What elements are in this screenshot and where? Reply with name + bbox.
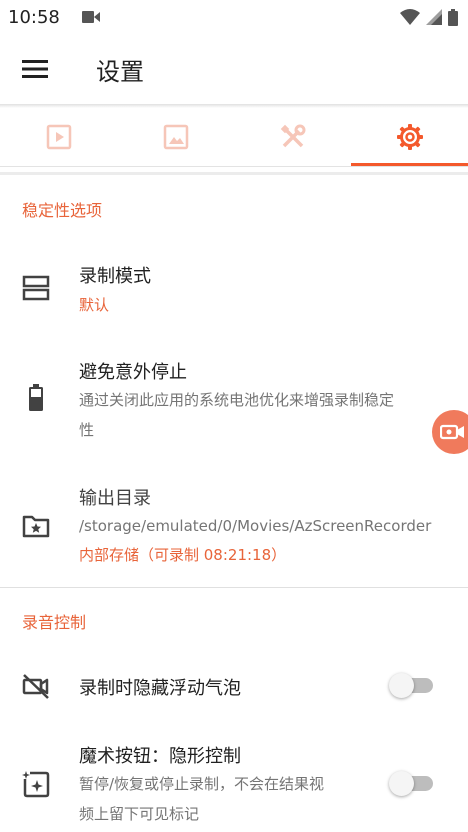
battery-icon <box>448 8 458 26</box>
gear-icon <box>396 124 423 150</box>
hide-bubble-title: 录制时隐藏浮动气泡 <box>79 678 241 699</box>
tab-images[interactable] <box>117 108 234 166</box>
image-icon <box>163 124 188 150</box>
tabs-shadow <box>0 172 468 175</box>
section-header-stability: 稳定性选项 <box>22 201 103 220</box>
settings-screen: 10:58 设置 稳定性选项 录制模式 默认 避免意外停止 通过关闭此应用的系统… <box>0 0 468 832</box>
tab-videos[interactable] <box>0 108 117 166</box>
output-dir-storage: 内部存储（可录制 08:21:18） <box>79 546 287 564</box>
toggle-thumb <box>389 771 414 796</box>
avoid-stop-title: 避免意外停止 <box>79 362 187 383</box>
hide-bubble-toggle[interactable] <box>389 672 435 698</box>
section-divider <box>0 587 468 588</box>
record-mode-title: 录制模式 <box>79 266 151 287</box>
tools-icon <box>280 124 305 148</box>
floating-recorder-bubble[interactable] <box>432 410 468 454</box>
app-toolbar: 设置 <box>0 34 468 104</box>
status-icons <box>400 8 458 26</box>
toggle-thumb <box>389 673 414 698</box>
setting-record-mode[interactable]: 录制模式 默认 <box>0 248 468 340</box>
tab-settings[interactable] <box>351 108 468 166</box>
tab-bar <box>0 108 468 166</box>
magic-button-desc-line1: 暂停/恢复或停止录制，不会在结果视 <box>79 775 325 793</box>
magic-button-title: 魔术按钮：隐形控制 <box>79 746 241 767</box>
battery-icon <box>20 382 52 414</box>
setting-avoid-stop[interactable]: 避免意外停止 通过关闭此应用的系统电池优化来增强录制稳定 性 <box>0 346 468 456</box>
screen-record-status-icon <box>81 11 100 23</box>
magic-sparkle-icon <box>20 768 52 800</box>
magic-button-desc-line2: 频上留下可见标记 <box>79 805 200 823</box>
page-title: 设置 <box>96 57 144 86</box>
status-bar: 10:58 <box>0 0 468 34</box>
output-dir-path: /storage/emulated/0/Movies/AzScreenRecor… <box>79 517 432 535</box>
record-mode-value: 默认 <box>79 296 110 314</box>
magic-button-toggle[interactable] <box>389 770 435 796</box>
menu-button[interactable] <box>0 34 70 104</box>
wifi-icon <box>400 9 420 25</box>
avoid-stop-desc-line2: 性 <box>79 421 95 439</box>
avoid-stop-desc-line1: 通过关闭此应用的系统电池优化来增强录制稳定 <box>79 391 395 409</box>
output-dir-title: 输出目录 <box>79 488 151 509</box>
signal-icon <box>426 9 442 25</box>
setting-hide-bubble[interactable]: 录制时隐藏浮动气泡 <box>0 658 468 714</box>
setting-output-dir[interactable]: 输出目录 /storage/emulated/0/Movies/AzScreen… <box>0 474 468 584</box>
video-icon <box>46 124 71 150</box>
folder-star-icon <box>20 510 52 542</box>
setting-magic-button[interactable]: 魔术按钮：隐形控制 暂停/恢复或停止录制，不会在结果视 频上留下可见标记 <box>0 730 468 832</box>
tabs-divider <box>0 166 468 167</box>
tab-tools[interactable] <box>234 108 351 166</box>
camera-off-icon <box>20 670 52 702</box>
record-mode-icon <box>20 272 52 304</box>
record-camera-icon <box>440 424 464 440</box>
hamburger-menu-icon <box>22 60 48 78</box>
section-header-audio: 录音控制 <box>22 613 87 632</box>
status-time: 10:58 <box>8 6 60 28</box>
